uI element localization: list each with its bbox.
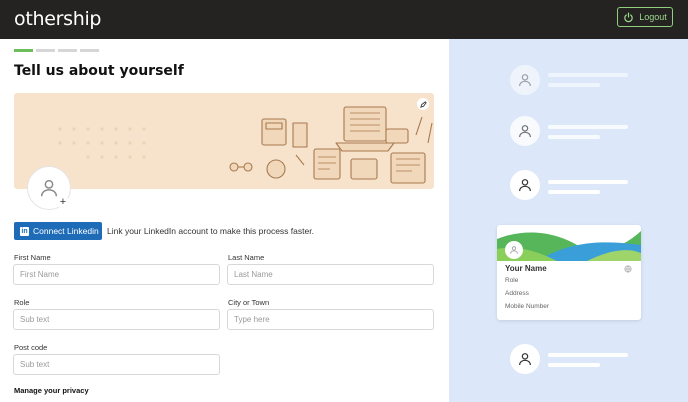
pencil-icon (419, 100, 427, 108)
progress-step-4 (80, 49, 99, 52)
top-navigation-bar: othership Logout (0, 0, 688, 39)
privacy-heading: Manage your privacy (14, 386, 89, 395)
role-label: Role (14, 298, 30, 307)
preview-avatar-3 (510, 170, 540, 200)
progress-step-1 (14, 49, 33, 52)
page-title: Tell us about yourself (14, 63, 184, 79)
connect-linkedin-label: Connect Linkedin (33, 226, 99, 236)
preview-line (548, 353, 628, 357)
card-address: Address (505, 290, 529, 297)
preview-avatar-2 (510, 116, 540, 146)
preview-avatar-1 (510, 65, 540, 95)
profile-preview-card: Your Name Role Address Mobile Number (497, 225, 641, 320)
progress-step-2 (36, 49, 55, 52)
edit-banner-button[interactable] (417, 98, 429, 110)
user-icon (510, 246, 518, 254)
last-name-label: Last Name (228, 253, 265, 262)
card-mobile: Mobile Number (505, 303, 550, 310)
user-icon (519, 179, 531, 192)
postcode-label: Post code (14, 343, 48, 352)
role-input[interactable]: Sub text (13, 309, 220, 330)
linkedin-icon: in (20, 226, 29, 236)
city-input[interactable]: Type here (227, 309, 434, 330)
user-icon (519, 125, 531, 138)
profile-preview-panel (449, 39, 688, 402)
preview-line (548, 135, 600, 139)
linkedin-helper-text: Link your LinkedIn account to make this … (107, 226, 314, 236)
user-icon (519, 74, 531, 87)
cover-banner (14, 93, 434, 189)
preview-line (548, 363, 600, 367)
first-name-label: First Name (14, 253, 51, 262)
preview-line (548, 73, 628, 77)
logout-label: Logout (639, 12, 667, 22)
user-icon (40, 179, 58, 197)
preview-line (548, 180, 628, 184)
preview-line (548, 190, 600, 194)
last-name-input[interactable]: Last Name (227, 264, 434, 285)
brand-logo[interactable]: othership (14, 8, 102, 30)
logout-button[interactable]: Logout (617, 7, 673, 27)
globe-icon (624, 265, 632, 273)
step-progress (14, 49, 99, 52)
plus-icon: + (59, 196, 67, 208)
power-icon (624, 12, 633, 22)
card-avatar (505, 241, 523, 259)
preview-avatar-4 (510, 344, 540, 374)
user-icon (519, 353, 531, 366)
card-role: Role (505, 277, 519, 284)
connect-linkedin-button[interactable]: in Connect Linkedin (14, 222, 102, 240)
progress-step-3 (58, 49, 77, 52)
postcode-input[interactable]: Sub text (13, 354, 220, 375)
workspace-illustration (58, 106, 433, 184)
add-photo-button[interactable]: + (57, 196, 69, 208)
card-name: Your Name (505, 264, 547, 273)
preview-line (548, 125, 628, 129)
city-label: City or Town (228, 298, 270, 307)
first-name-input[interactable]: First Name (13, 264, 220, 285)
preview-line (548, 83, 600, 87)
